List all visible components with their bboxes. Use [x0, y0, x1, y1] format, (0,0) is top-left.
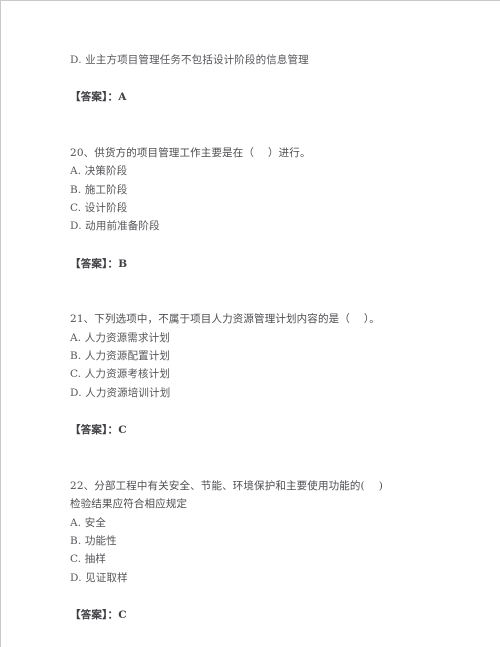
document-page: D. 业主方项目管理任务不包括设计阶段的信息管理 【答案】：A 20、供货方的项… — [0, 0, 500, 647]
option-d: D. 人力资源培训计划 — [70, 386, 171, 399]
option-b: B. 功能性 — [70, 534, 117, 547]
option-b: B. 人力资源配置计划 — [70, 350, 171, 363]
option-a: A. 决策阶段 — [70, 165, 128, 178]
option-d: D. 见证取样 — [70, 571, 128, 584]
option-c: C. 人力资源考核计划 — [70, 368, 170, 381]
option-b: B. 施工阶段 — [70, 183, 128, 196]
option-line: D. 业主方项目管理任务不包括设计阶段的信息管理 — [70, 54, 309, 66]
question-stem-continued: 检验结果应符合相应规定 — [70, 498, 188, 511]
question-block-22: 22、分部工程中有关安全、节能、环境保护和主要使用功能的( ) 检验结果应符合相… — [70, 477, 470, 625]
answer-line: 【答案】：C — [70, 609, 127, 622]
option-c: C. 抽样 — [70, 553, 107, 566]
question-block-trailing: D. 业主方项目管理任务不包括设计阶段的信息管理 【答案】：A — [70, 51, 470, 107]
option-a: A. 安全 — [70, 516, 107, 529]
question-block-21: 21、下列选项中，不属于项目人力资源管理计划内容的是（ ）。 A. 人力资源需求… — [70, 310, 470, 439]
option-d: D. 动用前准备阶段 — [70, 220, 160, 233]
answer-line: 【答案】：A — [70, 91, 127, 104]
question-stem: 22、分部工程中有关安全、节能、环境保护和主要使用功能的( ) — [70, 479, 384, 492]
option-c: C. 设计阶段 — [70, 202, 128, 215]
answer-line: 【答案】：C — [70, 424, 127, 437]
option-a: A. 人力资源需求计划 — [70, 331, 170, 344]
question-stem: 20、供货方的项目管理工作主要是在（ ）进行。 — [70, 146, 311, 159]
question-stem: 21、下列选项中，不属于项目人力资源管理计划内容的是（ ）。 — [70, 313, 380, 326]
question-block-20: 20、供货方的项目管理工作主要是在（ ）进行。 A. 决策阶段 B. 施工阶段 … — [70, 144, 470, 273]
document-body: D. 业主方项目管理任务不包括设计阶段的信息管理 【答案】：A 20、供货方的项… — [70, 51, 470, 625]
answer-line: 【答案】：B — [70, 257, 128, 270]
